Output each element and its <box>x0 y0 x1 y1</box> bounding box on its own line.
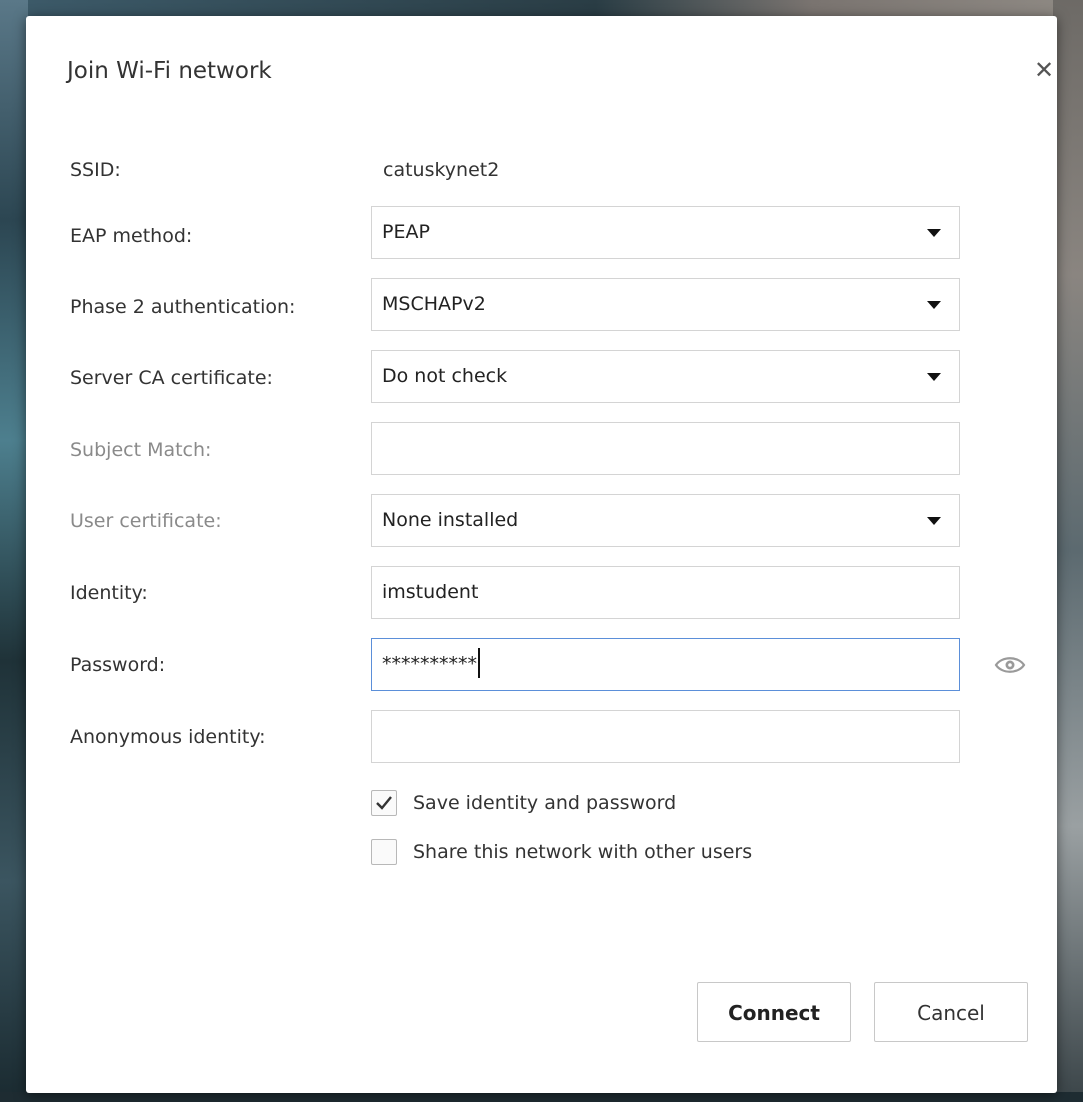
anonymous-identity-label: Anonymous identity: <box>70 726 266 748</box>
background-left <box>0 0 28 1102</box>
background-right <box>1053 0 1083 1102</box>
cancel-button[interactable]: Cancel <box>874 982 1028 1042</box>
eap-method-label: EAP method: <box>70 225 193 247</box>
subject-match-input[interactable] <box>371 422 960 475</box>
subject-match-label: Subject Match: <box>70 439 212 461</box>
text-cursor <box>478 647 480 678</box>
dialog-title: Join Wi-Fi network <box>67 58 272 84</box>
password-value: ********** <box>382 653 477 675</box>
server-ca-value: Do not check <box>382 365 508 387</box>
identity-label: Identity: <box>70 582 148 604</box>
eap-method-select[interactable]: PEAP <box>371 206 960 259</box>
chevron-down-icon <box>927 517 941 525</box>
share-network-checkbox[interactable]: Share this network with other users <box>371 839 752 865</box>
password-label: Password: <box>70 654 166 676</box>
chevron-down-icon <box>927 301 941 309</box>
share-network-label: Share this network with other users <box>413 841 753 863</box>
identity-value: imstudent <box>382 581 479 603</box>
eap-method-value: PEAP <box>382 221 430 243</box>
eye-icon[interactable] <box>994 653 1026 677</box>
checkbox-box[interactable] <box>371 839 397 865</box>
chevron-down-icon <box>927 229 941 237</box>
phase2-auth-value: MSCHAPv2 <box>382 293 486 315</box>
save-identity-label: Save identity and password <box>413 792 677 814</box>
password-input[interactable]: ********** <box>371 638 960 691</box>
server-ca-label: Server CA certificate: <box>70 367 273 389</box>
join-wifi-dialog: Join Wi-Fi network ✕ SSID: catuskynet2 E… <box>26 16 1057 1093</box>
user-certificate-select[interactable]: None installed <box>371 494 960 547</box>
background-bottom <box>0 1092 1083 1102</box>
user-certificate-label: User certificate: <box>70 510 222 532</box>
ssid-value: catuskynet2 <box>383 159 500 181</box>
connect-button[interactable]: Connect <box>697 982 851 1042</box>
close-icon[interactable]: ✕ <box>1030 56 1058 84</box>
chevron-down-icon <box>927 373 941 381</box>
identity-input[interactable]: imstudent <box>371 566 960 619</box>
phase2-auth-select[interactable]: MSCHAPv2 <box>371 278 960 331</box>
checkbox-box[interactable] <box>371 790 397 816</box>
anonymous-identity-input[interactable] <box>371 710 960 763</box>
ssid-label: SSID: <box>70 159 121 181</box>
phase2-auth-label: Phase 2 authentication: <box>70 296 296 318</box>
user-certificate-value: None installed <box>382 509 519 531</box>
server-ca-select[interactable]: Do not check <box>371 350 960 403</box>
checkmark-icon <box>376 796 392 810</box>
save-identity-checkbox[interactable]: Save identity and password <box>371 790 676 816</box>
